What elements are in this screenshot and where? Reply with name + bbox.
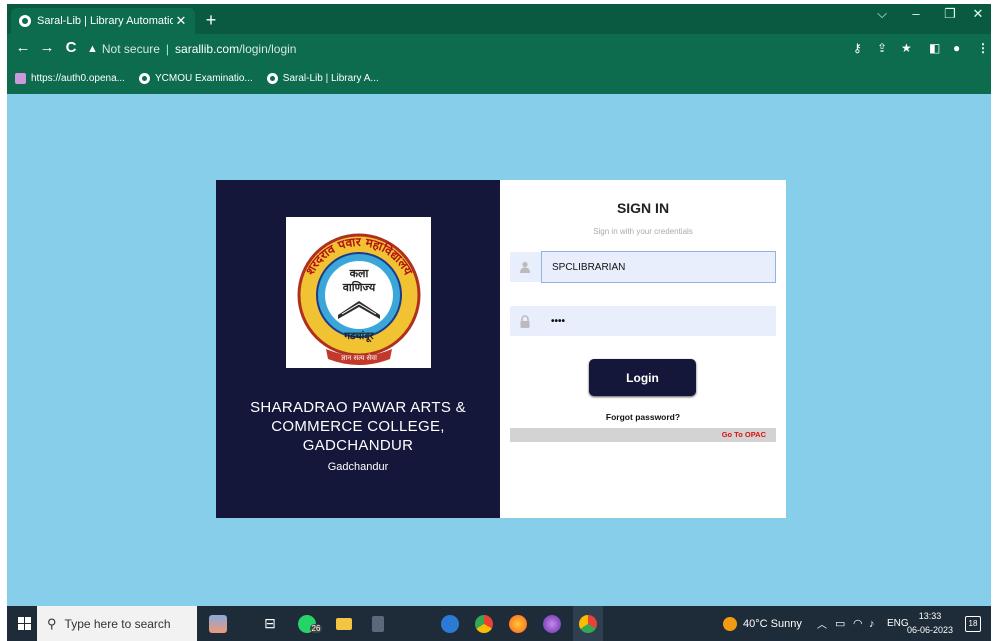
wifi-icon[interactable]: ◠ bbox=[853, 606, 863, 641]
logo-word-1: कला bbox=[349, 267, 370, 280]
opac-bar: Go To OPAC bbox=[510, 428, 776, 442]
institution-name: SHARADRAO PAWAR ARTS & COMMERCE COLLEGE,… bbox=[226, 398, 490, 455]
username-field: SPCLIBRARIAN bbox=[510, 251, 776, 283]
globe-icon bbox=[266, 72, 278, 84]
login-card: शरदराव पवार महाविद्यालय कला वाणिज्य गडचा… bbox=[216, 180, 786, 518]
tab-strip: Saral-Lib | Library Automation Sy ✕ + ⌵ … bbox=[7, 4, 991, 34]
restore-button[interactable]: ❐ bbox=[935, 6, 965, 22]
institution-name-line: GADCHANDUR bbox=[302, 437, 414, 454]
task-view-icon[interactable]: ⊟ bbox=[257, 606, 283, 641]
windows-start-icon[interactable] bbox=[11, 606, 37, 641]
battery-icon[interactable]: ▭ bbox=[835, 606, 845, 641]
login-button[interactable]: Login bbox=[589, 359, 696, 396]
file-explorer-icon[interactable] bbox=[331, 606, 357, 641]
tab-saral-lib[interactable]: Saral-Lib | Library Automation Sy ✕ bbox=[11, 8, 195, 34]
address-host: sarallib.com bbox=[175, 42, 240, 56]
profile-icon[interactable]: ● bbox=[953, 41, 960, 55]
signin-subheading: Sign in with your credentials bbox=[593, 227, 693, 236]
password-input[interactable]: •••• bbox=[541, 306, 776, 336]
chrome-icon[interactable] bbox=[471, 606, 497, 641]
bookmark-item[interactable]: YCMOU Examinatio... bbox=[138, 72, 253, 84]
globe-icon bbox=[138, 72, 150, 84]
username-input[interactable]: SPCLIBRARIAN bbox=[541, 251, 776, 283]
volume-icon[interactable]: ♪ bbox=[869, 606, 875, 641]
notification-center-icon[interactable]: 18 bbox=[965, 606, 981, 641]
edge-icon[interactable] bbox=[437, 606, 463, 641]
calculator-icon[interactable] bbox=[365, 606, 391, 641]
key-icon[interactable]: ⚷ bbox=[853, 41, 862, 55]
close-window-button[interactable]: ✕ bbox=[963, 6, 993, 22]
institution-name-line: SHARADRAO PAWAR ARTS & bbox=[250, 399, 466, 416]
security-label: Not secure bbox=[101, 42, 160, 56]
whatsapp-badge: 26 bbox=[309, 624, 323, 633]
bookmark-label: Saral-Lib | Library A... bbox=[282, 72, 379, 84]
lock-icon bbox=[510, 306, 540, 336]
browser-window: Saral-Lib | Library Automation Sy ✕ + ⌵ … bbox=[7, 4, 991, 94]
college-logo: शरदराव पवार महाविद्यालय कला वाणिज्य गडचा… bbox=[286, 217, 431, 368]
institution-city: Gadchandur bbox=[327, 461, 389, 473]
address-bar[interactable]: ▲ Not secure | sarallib.com /login/login bbox=[87, 38, 347, 60]
taskbar-clock[interactable]: 13:33 06-06-2023 bbox=[903, 609, 957, 637]
bookmarks-bar: https://auth0.opena... YCMOU Examinatio.… bbox=[7, 64, 991, 92]
share-icon[interactable]: ⇪ bbox=[877, 41, 887, 55]
search-icon: ⚲ bbox=[47, 615, 57, 631]
side-panel-icon[interactable]: ◧ bbox=[929, 41, 940, 55]
tab-search-icon[interactable]: ⌵ bbox=[867, 6, 897, 22]
signin-panel: SIGN IN Sign in with your credentials SP… bbox=[500, 180, 786, 518]
college-emblem-icon: शरदराव पवार महाविद्यालय कला वाणिज्य गडचा… bbox=[297, 233, 421, 365]
separator: | bbox=[165, 42, 170, 56]
reload-button[interactable]: C bbox=[61, 39, 81, 56]
browser-toolbar: ← → C ▲ Not secure | sarallib.com /login… bbox=[7, 34, 991, 64]
institution-name-line: COMMERCE COLLEGE, bbox=[271, 418, 445, 435]
tor-browser-icon[interactable] bbox=[539, 606, 565, 641]
forward-button[interactable]: → bbox=[37, 39, 57, 56]
search-placeholder: Type here to search bbox=[64, 616, 171, 631]
logo-place-text: गडचांदूर bbox=[343, 330, 374, 343]
weather-icon bbox=[723, 616, 737, 631]
notification-count: 18 bbox=[965, 615, 981, 632]
clock-date: 06-06-2023 bbox=[906, 625, 954, 635]
go-to-opac-link[interactable]: Go To OPAC bbox=[722, 430, 766, 439]
bookmark-label: https://auth0.opena... bbox=[31, 72, 125, 84]
tab-title: Saral-Lib | Library Automation Sy bbox=[37, 15, 173, 27]
taskbar: ⚲ Type here to search ⊟ 26 40°C Sunny ︿ … bbox=[7, 606, 991, 641]
globe-icon bbox=[19, 15, 31, 27]
close-tab-icon[interactable]: ✕ bbox=[173, 13, 189, 29]
page-viewport: शरदराव पवार महाविद्यालय कला वाणिज्य गडचा… bbox=[7, 94, 991, 606]
bookmark-label: YCMOU Examinatio... bbox=[154, 72, 253, 84]
tray-chevron-icon[interactable]: ︿ bbox=[817, 606, 827, 641]
back-button[interactable]: ← bbox=[13, 39, 33, 56]
menu-icon[interactable]: ⋮ bbox=[977, 41, 989, 55]
password-field: •••• bbox=[510, 306, 776, 336]
address-path: /login/login bbox=[239, 42, 297, 56]
bookmark-item[interactable]: https://auth0.opena... bbox=[15, 72, 125, 84]
clock-time: 13:33 bbox=[918, 611, 942, 621]
taskbar-search[interactable]: ⚲ Type here to search bbox=[37, 606, 197, 641]
signin-heading: SIGN IN bbox=[616, 200, 670, 216]
user-icon bbox=[510, 252, 540, 282]
minimize-button[interactable]: – bbox=[901, 6, 931, 21]
chrome-profile-icon[interactable] bbox=[573, 606, 603, 641]
bookmark-star-icon[interactable]: ★ bbox=[901, 41, 912, 55]
forgot-password-link[interactable]: Forgot password? bbox=[500, 412, 786, 422]
news-app-icon[interactable] bbox=[203, 606, 233, 641]
weather-widget[interactable]: 40°C Sunny bbox=[723, 606, 802, 641]
new-tab-button[interactable]: + bbox=[199, 8, 223, 32]
bookmark-item[interactable]: Saral-Lib | Library A... bbox=[266, 72, 379, 84]
weather-text: 40°C Sunny bbox=[743, 617, 802, 630]
whatsapp-icon[interactable]: 26 bbox=[293, 606, 327, 641]
warning-icon: ▲ bbox=[87, 43, 98, 55]
generic-favicon-icon bbox=[15, 72, 26, 84]
logo-motto-text: ज्ञान सत्य सेवा bbox=[341, 353, 377, 362]
firefox-icon[interactable] bbox=[505, 606, 531, 641]
institution-panel: शरदराव पवार महाविद्यालय कला वाणिज्य गडचा… bbox=[216, 180, 500, 518]
logo-word-2: वाणिज्य bbox=[342, 280, 376, 294]
